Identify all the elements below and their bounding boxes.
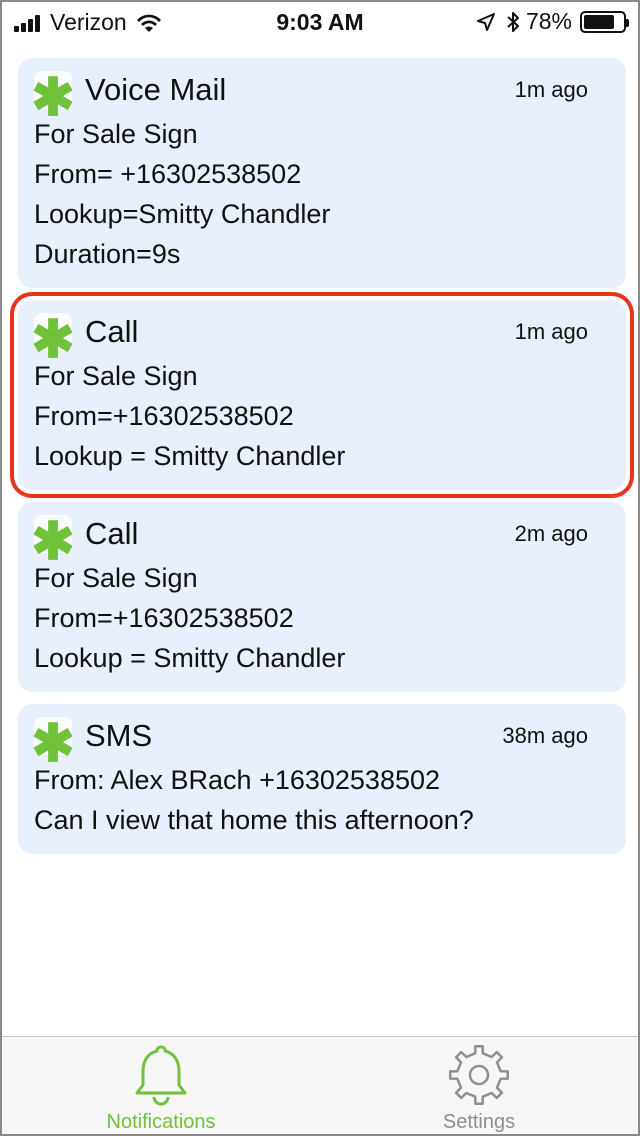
notification-line: Duration=9s bbox=[34, 239, 181, 269]
notification-title: Voice Mail bbox=[85, 72, 227, 107]
notification-body: For Sale Sign From=+16302538502 Lookup = S… bbox=[34, 356, 610, 476]
status-bar: Verizon 9:03 AM 78% bbox=[2, 2, 638, 42]
tab-bar: Notifications Settings bbox=[2, 1036, 638, 1134]
battery-percent: 78% bbox=[525, 8, 572, 34]
status-right: 78% bbox=[476, 8, 629, 35]
app-frame: Verizon 9:03 AM 78% ✱ Voice Mail 1m ago For… bbox=[0, 0, 640, 1136]
notification-header: ✱ SMS 38m ago bbox=[31, 716, 610, 770]
notification-header: ✱ Call 2m ago bbox=[31, 514, 610, 568]
notification-title: Call bbox=[85, 314, 139, 349]
app-asterisk-icon: ✱ bbox=[31, 717, 75, 770]
notification-line: Lookup=Smitty Chandler bbox=[34, 199, 331, 229]
notification-card[interactable]: ✱ SMS 38m ago From: Alex BRach +16302538502… bbox=[18, 704, 626, 854]
app-asterisk-icon: ✱ bbox=[31, 313, 75, 366]
bluetooth-icon bbox=[507, 11, 519, 32]
bell-icon bbox=[135, 1045, 187, 1106]
notification-title: SMS bbox=[85, 718, 153, 753]
tab-settings[interactable]: Settings bbox=[320, 1037, 638, 1134]
notification-line: From=+16302538502 bbox=[34, 603, 294, 633]
notification-time: 1m ago bbox=[514, 319, 588, 344]
notification-list: ✱ Voice Mail 1m ago For Sale Sign From= +163… bbox=[18, 58, 626, 866]
notification-line: Can I view that home this afternoon? bbox=[34, 805, 474, 835]
battery-level bbox=[584, 14, 614, 29]
notification-card[interactable]: ✱ Call 1m ago For Sale Sign From=+1630253850… bbox=[18, 300, 626, 490]
notification-title: Call bbox=[85, 516, 139, 551]
notification-line: Lookup = Smitty Chandler bbox=[34, 643, 346, 673]
app-asterisk-icon: ✱ bbox=[31, 71, 75, 124]
notification-header: ✱ Call 1m ago bbox=[31, 312, 610, 366]
notification-time: 1m ago bbox=[514, 77, 588, 102]
notification-header: ✱ Voice Mail 1m ago bbox=[31, 70, 610, 124]
notification-card[interactable]: ✱ Call 2m ago For Sale Sign From=+1630253850… bbox=[18, 502, 626, 692]
notification-body: For Sale Sign From=+16302538502 Lookup = S… bbox=[34, 558, 610, 678]
notification-time: 2m ago bbox=[514, 521, 588, 546]
notification-line: For Sale Sign bbox=[34, 361, 198, 391]
tab-notifications[interactable]: Notifications bbox=[2, 1037, 320, 1134]
location-arrow-icon bbox=[476, 12, 495, 31]
notification-line: Lookup = Smitty Chandler bbox=[34, 441, 346, 471]
notification-body: From: Alex BRach +16302538502 Can I view … bbox=[34, 760, 610, 840]
notification-line: For Sale Sign bbox=[34, 563, 198, 593]
gear-icon bbox=[448, 1044, 510, 1106]
notification-body: For Sale Sign From= +16302538502 Lookup=Sm… bbox=[34, 114, 610, 274]
app-asterisk-icon: ✱ bbox=[31, 515, 75, 568]
notification-line: From= +16302538502 bbox=[34, 159, 302, 189]
notification-line: For Sale Sign bbox=[34, 119, 198, 149]
notification-card[interactable]: ✱ Voice Mail 1m ago For Sale Sign From= +163… bbox=[18, 58, 626, 288]
notification-time: 38m ago bbox=[502, 723, 588, 748]
battery-icon bbox=[580, 10, 629, 33]
tab-label-notifications: Notifications bbox=[106, 1111, 216, 1133]
tab-label-settings: Settings bbox=[442, 1111, 516, 1133]
notification-line: From=+16302538502 bbox=[34, 401, 294, 431]
notification-line: From: Alex BRach +16302538502 bbox=[34, 765, 441, 795]
